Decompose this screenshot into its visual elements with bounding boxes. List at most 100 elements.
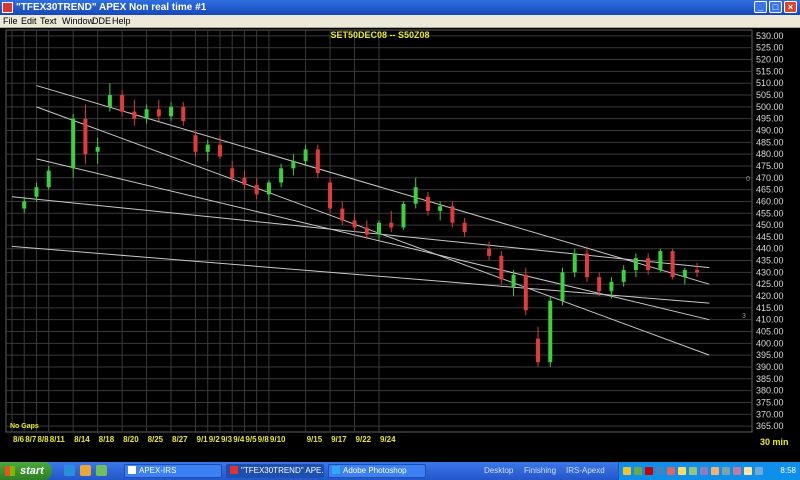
y-tick-label: 530.00	[756, 31, 784, 41]
y-tick-label: 490.00	[756, 126, 784, 136]
tray-icon-3[interactable]	[645, 467, 653, 475]
taskbar-button-apex-irs[interactable]: APEX-IRS	[124, 464, 222, 478]
candle-body	[572, 253, 577, 273]
candle-body	[364, 227, 369, 235]
y-tick-label: 430.00	[756, 267, 784, 277]
x-tick-label: 9/15	[307, 435, 323, 444]
y-tick-label: 515.00	[756, 66, 784, 76]
taskbar-button-tfex30trend[interactable]: "TFEX30TREND" APE...	[226, 464, 324, 478]
x-tick-label: 9/17	[331, 435, 347, 444]
x-tick-label: 9/4	[233, 435, 245, 444]
maximize-button[interactable]: □	[769, 1, 782, 13]
y-tick-label: 425.00	[756, 279, 784, 289]
x-tick-label: 8/7	[25, 435, 37, 444]
toolbar-irs-apexd-label[interactable]: IRS-Apexd	[566, 462, 605, 480]
candle-body	[658, 251, 663, 271]
y-tick-label: 455.00	[756, 208, 784, 218]
price-chart-panel[interactable]: 530.00 525.00 520.00 515.00 510.00 505.00 500.…	[4, 28, 800, 450]
quicklaunch-folder-icon[interactable]	[80, 465, 91, 476]
y-tick-label: 400.00	[756, 338, 784, 348]
candle-body	[242, 177, 247, 185]
tray-icon-7[interactable]	[689, 467, 697, 475]
app-window-icon	[128, 466, 136, 474]
candle-body	[523, 274, 528, 311]
candle-body	[536, 338, 541, 363]
candle-body	[401, 203, 406, 228]
tray-icon-1[interactable]	[623, 467, 631, 475]
candle-body	[46, 170, 51, 188]
tray-icon-13[interactable]	[755, 467, 763, 475]
x-tick-label: 8/27	[172, 435, 188, 444]
menu-file[interactable]: File	[3, 15, 18, 28]
y-tick-label: 440.00	[756, 244, 784, 254]
window-titlebar[interactable]: "TFEX30TREND" APEX Non real time #1 _ □ …	[0, 0, 800, 15]
candle-body	[462, 222, 467, 233]
menu-window[interactable]: Window	[62, 15, 94, 28]
windows-logo-icon	[5, 466, 15, 476]
candle-body	[266, 182, 271, 195]
interval-label: 30 min	[760, 437, 789, 447]
candle-body	[621, 270, 626, 282]
menu-text[interactable]: Text	[40, 15, 57, 28]
y-tick-label: 450.00	[756, 220, 784, 230]
tray-icon-9[interactable]	[711, 467, 719, 475]
x-tick-label: 9/8	[258, 435, 270, 444]
candle-body	[230, 168, 235, 178]
y-tick-label: 465.00	[756, 185, 784, 195]
close-button[interactable]: ×	[784, 1, 797, 13]
candle-body	[328, 182, 333, 209]
tray-icon-5[interactable]	[667, 467, 675, 475]
y-tick-label: 405.00	[756, 327, 784, 337]
candle-body	[303, 149, 308, 162]
y-tick-label: 460.00	[756, 196, 784, 206]
tray-icon-10[interactable]	[722, 467, 730, 475]
side-marker: 3	[742, 313, 746, 320]
candle-body	[499, 255, 504, 280]
start-button[interactable]: start	[0, 462, 52, 480]
candle-body	[450, 206, 455, 223]
y-tick-label: 395.00	[756, 350, 784, 360]
quicklaunch-desktop-icon[interactable]	[96, 465, 107, 476]
x-tick-label: 9/1	[197, 435, 209, 444]
toolbar-desktop-label[interactable]: Desktop	[484, 462, 513, 480]
x-tick-label: 8/11	[50, 435, 66, 444]
candle-body	[169, 106, 174, 117]
tray-icon-2[interactable]	[634, 467, 642, 475]
y-tick-label: 365.00	[756, 421, 784, 431]
candle-body	[291, 161, 296, 169]
tray-icon-6[interactable]	[678, 467, 686, 475]
tray-icon-12[interactable]	[744, 467, 752, 475]
toolbar-finishing-label[interactable]: Finishing	[524, 462, 556, 480]
photoshop-icon	[332, 466, 340, 474]
taskbar-clock: 8:58	[780, 466, 796, 475]
candle-body	[34, 187, 39, 197]
candle-body	[425, 196, 430, 211]
candle-body	[83, 118, 88, 155]
y-tick-label: 385.00	[756, 374, 784, 384]
candle-body	[413, 187, 418, 204]
menu-edit[interactable]: Edit	[21, 15, 37, 28]
taskbar-button-photoshop[interactable]: Adobe Photoshop	[328, 464, 426, 478]
chart-title: SET50DEC08 -- S50Z08	[330, 30, 429, 40]
menu-help[interactable]: Help	[112, 15, 131, 28]
tray-icon-8[interactable]	[700, 467, 708, 475]
app-window-icon	[230, 466, 238, 474]
candle-body	[181, 106, 186, 122]
y-tick-label: 470.00	[756, 173, 784, 183]
menu-dde[interactable]: DDE	[92, 15, 111, 28]
minimize-button[interactable]: _	[754, 1, 767, 13]
trendline	[36, 106, 710, 356]
y-tick-label: 435.00	[756, 256, 784, 266]
y-tick-label: 410.00	[756, 315, 784, 325]
candle-body	[120, 95, 125, 112]
tray-icon-4[interactable]	[656, 467, 664, 475]
candle-body	[584, 253, 589, 278]
candlestick-chart[interactable]: 530.00 525.00 520.00515.00 510.00 505.00 500.…	[4, 28, 800, 450]
candle-body	[279, 168, 284, 183]
candle-body	[205, 144, 210, 152]
x-tick-label: 9/22	[356, 435, 372, 444]
x-tick-label: 8/25	[148, 435, 164, 444]
quicklaunch-ie-icon[interactable]	[64, 465, 75, 476]
candle-body	[633, 258, 638, 271]
tray-icon-11[interactable]	[733, 467, 741, 475]
